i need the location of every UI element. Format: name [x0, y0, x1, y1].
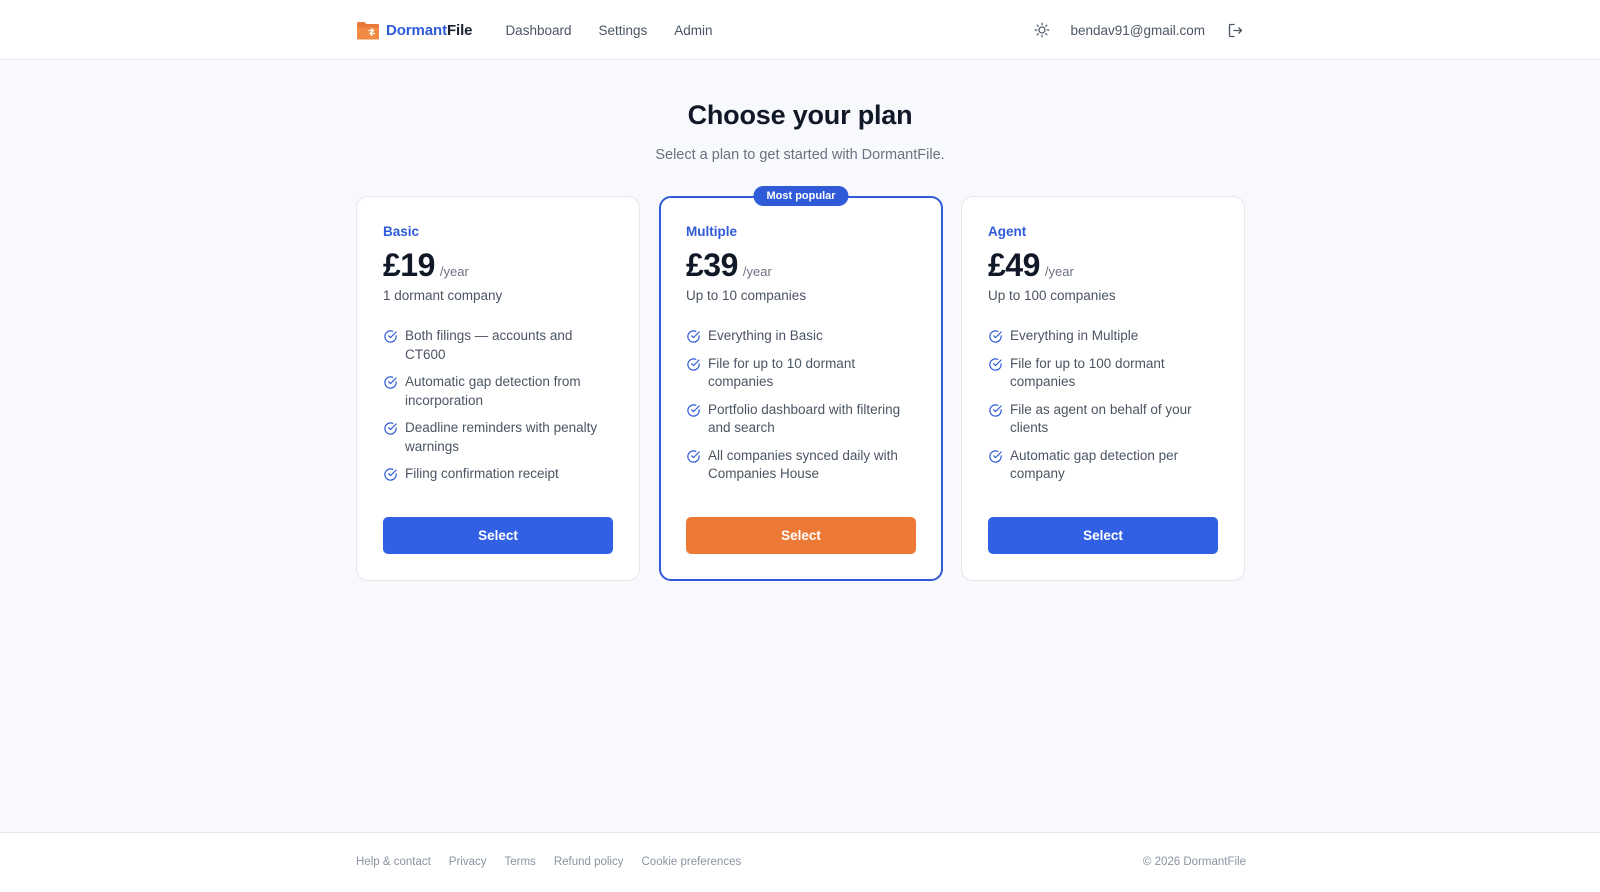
check-circle-icon	[989, 403, 1002, 417]
footer-link-terms[interactable]: Terms	[505, 856, 536, 868]
feature-list: Both filings — accounts and CT600 Automa…	[383, 327, 613, 484]
plan-card-basic: Basic £19 /year 1 dormant company Both f…	[356, 196, 640, 581]
nav-link-settings[interactable]: Settings	[598, 23, 647, 38]
feature-text: All companies synced daily with Companie…	[708, 447, 898, 482]
feature-text: Deadline reminders with penalty warnings	[405, 420, 598, 454]
check-circle-icon	[384, 468, 397, 481]
plan-subtitle: Up to 100 companies	[988, 288, 1116, 303]
feature-item: Both filings — accounts and CT600	[383, 327, 613, 364]
plan-period: /year	[1044, 264, 1074, 279]
brand-name: DormantFile	[386, 21, 473, 39]
pricing-page: DormantFile Dashboard Settings Admin ben…	[0, 0, 1600, 892]
user-email: bendav91@gmail.com	[1070, 22, 1205, 38]
page-footer: Help & contact Privacy Terms Refund poli…	[0, 832, 1600, 892]
feature-item: Deadline reminders with penalty warnings	[383, 419, 613, 456]
select-plan-button-agent[interactable]: Select	[988, 517, 1218, 554]
feature-text: File as agent on behalf of your clients	[1010, 401, 1192, 436]
brand-name-part-2: File	[446, 21, 473, 39]
feature-text: Automatic gap detection from incorporati…	[405, 374, 581, 408]
check-circle-icon	[687, 357, 700, 371]
plan-price: £19	[383, 247, 435, 283]
copyright-text: © 2026 DormantFile	[1142, 855, 1246, 868]
footer-link-help[interactable]: Help & contact	[356, 856, 431, 868]
check-circle-icon	[687, 449, 700, 463]
feature-item: Everything in Basic	[686, 327, 916, 346]
plan-card-multiple: Most popular Multiple £39 /year Up to 10…	[659, 186, 943, 581]
page-title: Choose your plan	[687, 100, 913, 130]
check-circle-icon	[989, 449, 1002, 463]
plan-card-body: Basic £19 /year 1 dormant company Both f…	[383, 224, 613, 493]
brand-logo-link[interactable]: DormantFile	[356, 19, 473, 41]
check-circle-icon	[687, 403, 700, 417]
feature-item: File for up to 10 dormant companies	[686, 355, 916, 392]
plan-name: Basic	[383, 224, 420, 239]
theme-toggle-button[interactable]	[1031, 19, 1053, 41]
page-subtitle: Select a plan to get started with Dorman…	[655, 147, 945, 163]
footer-link-cookie-preferences[interactable]: Cookie preferences	[642, 856, 742, 868]
check-circle-icon	[989, 357, 1002, 371]
feature-text: Everything in Basic	[708, 328, 823, 343]
plan-price: £49	[988, 247, 1040, 283]
feature-text: Automatic gap detection per company	[1010, 447, 1179, 482]
feature-text: File for up to 100 dormant companies	[1010, 355, 1165, 390]
top-navbar: DormantFile Dashboard Settings Admin ben…	[0, 0, 1600, 60]
feature-item: Portfolio dashboard with filtering and s…	[686, 401, 916, 438]
plan-card-agent: Agent £49 /year Up to 100 companies Ever…	[961, 196, 1245, 581]
sun-icon	[1035, 22, 1050, 38]
feature-item: File for up to 100 dormant companies	[988, 355, 1218, 392]
plan-name: Multiple	[686, 224, 737, 239]
plan-period: /year	[439, 264, 469, 279]
logout-button[interactable]	[1224, 19, 1246, 41]
footer-link-privacy[interactable]: Privacy	[449, 856, 487, 868]
plan-card-body: Agent £49 /year Up to 100 companies Ever…	[988, 224, 1218, 493]
brand-name-part-1: Dormant	[386, 21, 447, 39]
feature-list: Everything in Multiple File for up to 10…	[988, 327, 1218, 484]
logout-icon	[1228, 23, 1242, 37]
check-circle-icon	[687, 330, 700, 343]
feature-item: Filing confirmation receipt	[383, 465, 613, 484]
feature-text: Filing confirmation receipt	[405, 466, 559, 481]
plan-card-body: Multiple £39 /year Up to 10 companies Ev…	[686, 224, 916, 493]
nav-link-admin[interactable]: Admin	[674, 23, 712, 38]
feature-text: Both filings — accounts and CT600	[405, 328, 573, 362]
feature-text: Everything in Multiple	[1010, 328, 1139, 343]
footer-inner: Help & contact Privacy Terms Refund poli…	[356, 833, 1246, 892]
feature-text: File for up to 10 dormant companies	[708, 355, 856, 390]
check-circle-icon	[989, 330, 1002, 343]
feature-item: All companies synced daily with Companie…	[686, 447, 916, 484]
most-popular-badge: Most popular	[753, 186, 849, 206]
plan-period: /year	[742, 264, 772, 279]
check-circle-icon	[384, 330, 397, 343]
plan-subtitle: 1 dormant company	[383, 288, 503, 303]
feature-text: Portfolio dashboard with filtering and s…	[708, 401, 901, 436]
feature-item: File as agent on behalf of your clients	[988, 401, 1218, 438]
price-row: £19 /year	[383, 247, 613, 283]
feature-item: Everything in Multiple	[988, 327, 1218, 346]
folder-logo-icon	[357, 22, 379, 40]
footer-links: Help & contact Privacy Terms Refund poli…	[356, 856, 741, 868]
price-row: £49 /year	[988, 247, 1218, 283]
footer-link-refund-policy[interactable]: Refund policy	[554, 856, 624, 868]
header-user-area: bendav91@gmail.com	[1031, 19, 1246, 41]
plan-subtitle: Up to 10 companies	[686, 288, 807, 303]
feature-list: Everything in Basic File for up to 10 do…	[686, 327, 916, 484]
select-plan-button-multiple[interactable]: Select	[686, 517, 916, 554]
navbar-inner: DormantFile Dashboard Settings Admin ben…	[356, 0, 1246, 60]
feature-item: Automatic gap detection per company	[988, 447, 1218, 484]
main-nav: Dashboard Settings Admin	[505, 23, 712, 38]
check-circle-icon	[384, 422, 397, 435]
price-row: £39 /year	[686, 247, 916, 283]
feature-item: Automatic gap detection from incorporati…	[383, 373, 613, 410]
plan-name: Agent	[988, 224, 1027, 239]
check-circle-icon	[384, 376, 397, 389]
nav-link-dashboard[interactable]: Dashboard	[505, 23, 571, 38]
select-plan-button-basic[interactable]: Select	[383, 517, 613, 554]
plan-price: £39	[686, 247, 738, 283]
